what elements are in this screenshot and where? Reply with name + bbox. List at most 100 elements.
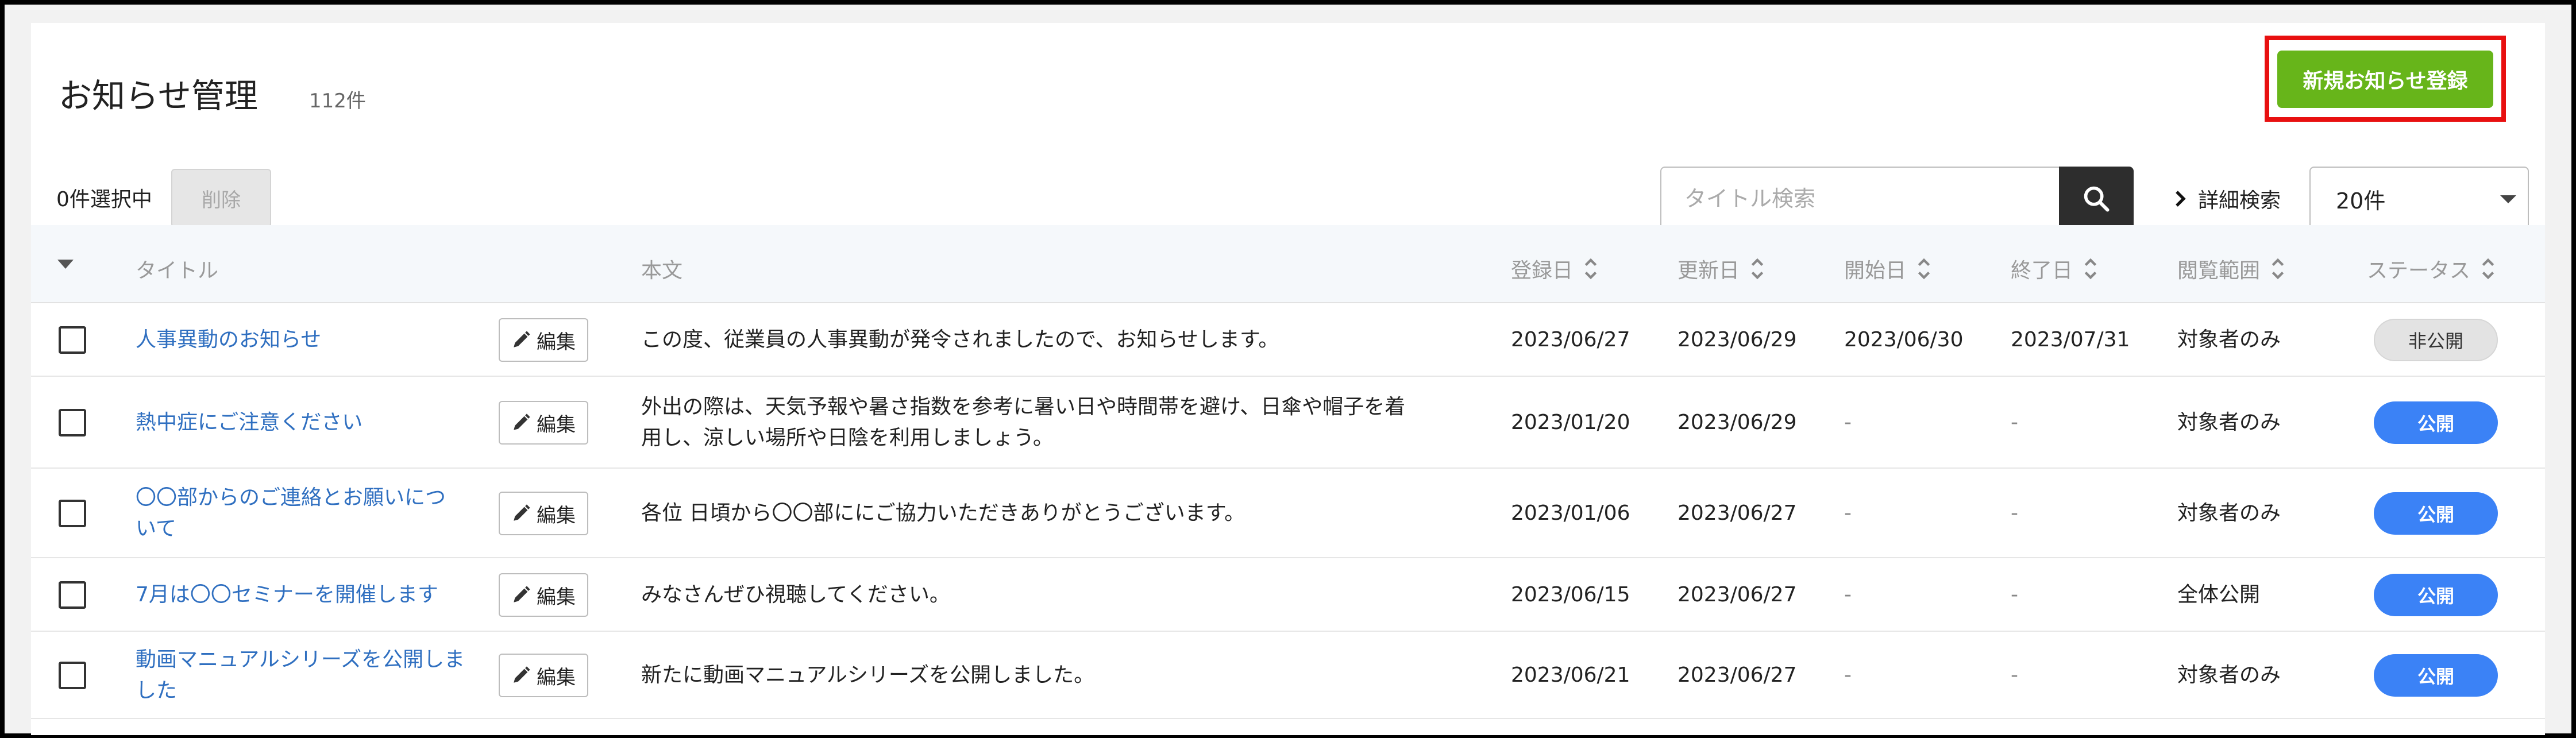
status-badge: 公開 xyxy=(2374,574,2498,616)
edit-label: 編集 xyxy=(537,504,576,527)
cell-scope: 対象者のみ xyxy=(2177,501,2281,525)
notice-body-line: 外出の際は、天気予報や暑さ指数を参考に暑い日や時間帯を避け、日傘や帽子を着 xyxy=(641,395,1406,419)
row-checkbox[interactable] xyxy=(59,326,86,354)
cell-updated: 2023/06/27 xyxy=(1678,663,1797,687)
edit-button[interactable]: 編集 xyxy=(499,573,588,617)
notice-title-line: いて xyxy=(136,517,176,540)
edit-button[interactable]: 編集 xyxy=(499,401,588,445)
table-row: 〇〇部からのご連絡とお願いにつ いて 編集 各位 日頃から〇〇部ににご協力いただきあり… xyxy=(31,469,2545,558)
pencil-icon xyxy=(514,504,530,521)
pencil-icon xyxy=(514,586,530,602)
cell-end: - xyxy=(2011,583,2018,606)
notice-body: 各位 日頃から〇〇部ににご協力いただきありがとうございます。 xyxy=(641,498,1245,529)
column-registered[interactable]: 登録日 xyxy=(1511,254,1598,284)
app-frame: お知らせ管理 112件 0件選択中 削除 詳細検索 20件 タイトル 本文 登録… xyxy=(0,0,2576,738)
edit-label: 編集 xyxy=(537,330,576,354)
notice-title-line: 人事異動のお知らせ xyxy=(136,328,322,351)
advanced-search-label: 詳細検索 xyxy=(2198,189,2281,212)
new-notice-button[interactable]: 新規お知らせ登録 xyxy=(2277,51,2493,108)
cell-updated: 2023/06/29 xyxy=(1678,328,1797,351)
edit-label: 編集 xyxy=(537,666,576,689)
cell-scope: 対象者のみ xyxy=(2177,411,2281,434)
cell-updated: 2023/06/27 xyxy=(1678,501,1797,525)
cell-scope: 対象者のみ xyxy=(2177,328,2281,351)
bulk-select-dropdown-icon[interactable] xyxy=(57,260,74,269)
column-title: タイトル xyxy=(136,259,219,283)
notice-management-card: お知らせ管理 112件 0件選択中 削除 詳細検索 20件 タイトル 本文 登録… xyxy=(31,23,2545,735)
delete-button[interactable]: 削除 xyxy=(171,169,271,227)
page-title: お知らせ管理 xyxy=(59,76,258,115)
per-page-select[interactable]: 20件 xyxy=(2309,167,2529,231)
cell-start: - xyxy=(1844,663,1852,687)
notice-title-line: 7月は〇〇セミナーを開催します xyxy=(136,583,438,606)
row-checkbox[interactable] xyxy=(59,409,86,436)
cell-start: 2023/06/30 xyxy=(1844,328,1964,351)
notice-title-link[interactable]: 動画マニュアルシリーズを公開しま した xyxy=(136,644,465,706)
cell-start: - xyxy=(1844,501,1852,525)
column-updated[interactable]: 更新日 xyxy=(1678,254,1765,284)
edit-button[interactable]: 編集 xyxy=(499,654,588,697)
cell-updated: 2023/06/27 xyxy=(1678,583,1797,606)
notice-body: 新たに動画マニュアルシリーズを公開しました。 xyxy=(641,660,1094,691)
cell-registered: 2023/06/21 xyxy=(1511,663,1630,687)
sort-icon xyxy=(1584,258,1597,280)
pencil-icon xyxy=(514,666,530,683)
notice-title-link[interactable]: 熱中症にご注意ください xyxy=(136,407,363,438)
column-status[interactable]: ステータス xyxy=(2367,254,2496,284)
status-badge: 公開 xyxy=(2374,401,2498,444)
per-page-value: 20件 xyxy=(2336,188,2386,214)
notice-title-line: 動画マニュアルシリーズを公開しま xyxy=(136,648,465,671)
column-end[interactable]: 終了日 xyxy=(2011,254,2098,284)
sort-icon xyxy=(1918,258,1930,280)
notice-title-link[interactable]: 7月は〇〇セミナーを開催します xyxy=(136,579,438,611)
notice-body: この度、従業員の人事異動が発令されましたので、お知らせします。 xyxy=(641,324,1279,356)
sort-icon xyxy=(2084,258,2097,280)
sort-icon xyxy=(1751,258,1764,280)
column-start[interactable]: 開始日 xyxy=(1844,254,1931,284)
edit-label: 編集 xyxy=(537,413,576,436)
cell-end: - xyxy=(2011,663,2018,687)
cell-registered: 2023/01/06 xyxy=(1511,501,1630,525)
notice-title-line: した xyxy=(136,679,178,702)
cell-end: 2023/07/31 xyxy=(2011,328,2130,351)
cell-end: - xyxy=(2011,411,2018,434)
notice-body-line: この度、従業員の人事異動が発令されましたので、お知らせします。 xyxy=(641,328,1279,351)
cell-scope: 対象者のみ xyxy=(2177,663,2281,687)
sort-icon xyxy=(2272,258,2284,280)
selected-count: 0件選択中 xyxy=(56,188,152,211)
notice-title-link[interactable]: 人事異動のお知らせ xyxy=(136,324,321,356)
notice-body: みなさんぜひ視聴してください。 xyxy=(641,579,950,611)
cell-scope: 全体公開 xyxy=(2177,583,2261,606)
status-badge: 公開 xyxy=(2374,654,2498,697)
pencil-icon xyxy=(514,414,530,430)
total-count: 112件 xyxy=(309,90,366,113)
edit-button[interactable]: 編集 xyxy=(499,492,588,535)
notice-title-line: 〇〇部からのご連絡とお願いにつ xyxy=(136,486,446,509)
cell-registered: 2023/06/15 xyxy=(1511,583,1630,606)
notice-title-line: 熱中症にご注意ください xyxy=(136,411,363,434)
edit-label: 編集 xyxy=(537,585,576,609)
notice-title-link[interactable]: 〇〇部からのご連絡とお願いにつ いて xyxy=(136,482,446,544)
row-checkbox[interactable] xyxy=(59,500,86,527)
column-scope[interactable]: 閲覧範囲 xyxy=(2177,254,2285,284)
chevron-right-icon xyxy=(2176,191,2186,207)
title-search-input[interactable] xyxy=(1660,167,2060,231)
cell-updated: 2023/06/29 xyxy=(1678,411,1797,434)
status-badge: 非公開 xyxy=(2374,319,2498,361)
cell-end: - xyxy=(2011,501,2018,525)
notice-body: 外出の際は、天気予報や暑さ指数を参考に暑い日や時間帯を避け、日傘や帽子を着 用し、… xyxy=(641,392,1405,454)
search-button[interactable] xyxy=(2059,167,2134,231)
cell-start: - xyxy=(1844,583,1852,606)
edit-button[interactable]: 編集 xyxy=(499,318,588,362)
notice-body-line: 用し、涼しい場所や日陰を利用しましょう。 xyxy=(641,426,1054,450)
advanced-search-toggle[interactable]: 詳細検索 xyxy=(2174,184,2281,214)
row-checkbox[interactable] xyxy=(59,581,86,609)
notice-body-line: みなさんぜひ視聴してください。 xyxy=(641,583,950,606)
notice-body-line: 各位 日頃から〇〇部ににご協力いただきありがとうございます。 xyxy=(641,501,1245,525)
row-checkbox[interactable] xyxy=(59,662,86,689)
sort-icon xyxy=(2482,258,2494,280)
table-row: 人事異動のお知らせ 編集 この度、従業員の人事異動が発令されましたので、お知らせしま… xyxy=(31,303,2545,377)
table-row: 熱中症にご注意ください 編集 外出の際は、天気予報や暑さ指数を参考に暑い日や時間帯を… xyxy=(31,377,2545,469)
table-header: タイトル 本文 登録日 更新日 開始日 終了日 閲覧範囲 ステータス xyxy=(31,225,2545,303)
pencil-icon xyxy=(514,331,530,347)
